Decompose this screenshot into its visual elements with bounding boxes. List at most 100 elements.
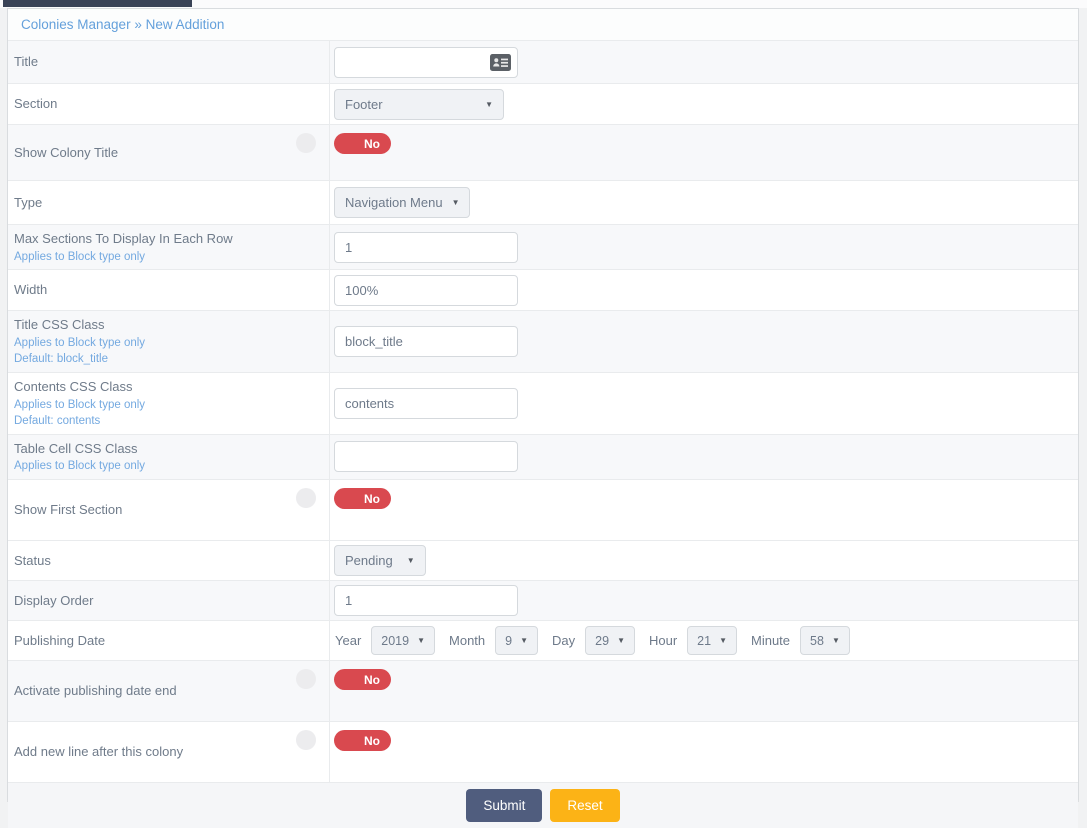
select-value: 29: [595, 633, 610, 648]
max-sections-input[interactable]: [334, 231, 518, 263]
field-note: Applies to Block type only: [14, 398, 146, 411]
submit-button[interactable]: Submit: [466, 789, 543, 823]
select-value: 9: [505, 633, 513, 648]
section-select[interactable]: Footer ▼: [334, 88, 504, 120]
day-label: Day: [552, 633, 576, 649]
row-type: Type Navigation Menu ▼: [8, 181, 1078, 225]
label-width: Width: [8, 270, 330, 311]
minute-label: Minute: [751, 633, 791, 649]
label-title-css: Title CSS Class Applies to Block type on…: [8, 311, 330, 373]
minute-select[interactable]: 58 ▼: [800, 626, 850, 656]
row-add-new-line: Add new line after this colony No: [8, 722, 1078, 784]
reset-button[interactable]: Reset: [550, 789, 620, 823]
select-value: Footer: [345, 96, 383, 112]
toggle-state-label: No: [364, 491, 380, 506]
label-status: Status: [8, 541, 330, 581]
dropdown-arrow-icon: ▼: [485, 99, 493, 109]
label-max-sections: Max Sections To Display In Each Row Appl…: [8, 225, 330, 270]
month-select[interactable]: 9 ▼: [495, 626, 539, 656]
label-text: Add new line after this colony: [14, 744, 184, 760]
field-note: Applies to Block type only: [14, 250, 146, 263]
label-text: Section: [14, 96, 58, 112]
title-input-wrap: [334, 46, 518, 78]
field-note: Applies to Block type only: [14, 460, 146, 473]
label-text: Type: [14, 194, 43, 210]
row-show-first-section: Show First Section No: [8, 480, 1078, 542]
row-max-sections: Max Sections To Display In Each Row Appl…: [8, 225, 1078, 271]
field-note-default: Default: block_title: [14, 353, 108, 366]
label-show-colony-title: Show Colony Title: [8, 125, 330, 180]
contact-card-icon[interactable]: [490, 53, 511, 71]
toggle-indicator-circle: [296, 730, 316, 751]
show-first-section-toggle[interactable]: No: [334, 488, 391, 510]
select-value: 2019: [381, 633, 410, 648]
loading-bar: [3, 0, 192, 7]
activate-publishing-end-toggle[interactable]: No: [334, 669, 391, 691]
label-display-order: Display Order: [8, 581, 330, 621]
row-show-colony-title: Show Colony Title No: [8, 125, 1078, 181]
top-strip: [0, 0, 1087, 8]
row-title-css: Title CSS Class Applies to Block type on…: [8, 311, 1078, 374]
day-select[interactable]: 29 ▼: [585, 626, 635, 656]
display-order-input[interactable]: [334, 585, 518, 617]
type-select[interactable]: Navigation Menu ▼: [334, 187, 471, 218]
month-label: Month: [449, 633, 486, 649]
toggle-indicator-circle: [296, 669, 316, 690]
toggle-indicator-circle: [296, 488, 316, 509]
form-actions: Submit Reset: [8, 783, 1078, 828]
label-text: Title CSS Class: [14, 317, 105, 333]
breadcrumb-text[interactable]: Colonies Manager » New Addition: [21, 17, 224, 32]
dropdown-arrow-icon: ▼: [520, 636, 529, 646]
row-title: Title: [8, 41, 1078, 84]
dropdown-arrow-icon: ▼: [719, 636, 727, 646]
contents-css-input[interactable]: [334, 387, 518, 419]
row-display-order: Display Order: [8, 581, 1078, 622]
row-contents-css: Contents CSS Class Applies to Block type…: [8, 373, 1078, 435]
label-type: Type: [8, 181, 330, 224]
hour-select[interactable]: 21 ▼: [687, 626, 737, 656]
label-text: Publishing Date: [14, 632, 106, 648]
field-note: Applies to Block type only: [14, 336, 146, 349]
label-activate-publishing-end: Activate publishing date end: [8, 661, 330, 722]
select-value: Pending: [345, 553, 393, 569]
form-panel: Colonies Manager » New Addition Title Se…: [7, 8, 1079, 828]
label-table-cell-css: Table Cell CSS Class Applies to Block ty…: [8, 434, 330, 480]
year-select[interactable]: 2019 ▼: [371, 626, 436, 656]
dropdown-arrow-icon: ▼: [451, 198, 460, 207]
toggle-state-label: No: [364, 136, 380, 151]
row-publishing-date: Publishing Date Year 2019 ▼ Month 9 ▼ Da…: [8, 621, 1078, 662]
dropdown-arrow-icon: ▼: [831, 636, 840, 646]
label-show-first-section: Show First Section: [8, 480, 330, 541]
select-value: 21: [697, 633, 712, 648]
add-new-line-toggle[interactable]: No: [334, 730, 391, 752]
status-select[interactable]: Pending ▼: [334, 545, 426, 577]
breadcrumb[interactable]: Colonies Manager » New Addition: [8, 9, 1078, 41]
label-text: Show Colony Title: [14, 144, 119, 160]
label-text: Contents CSS Class: [14, 379, 133, 395]
toggle-state-label: No: [364, 733, 380, 748]
label-text: Display Order: [14, 592, 94, 608]
toggle-state-label: No: [364, 672, 380, 687]
label-text: Status: [14, 552, 51, 568]
show-colony-title-toggle[interactable]: No: [334, 133, 391, 154]
label-section: Section: [8, 84, 330, 124]
row-table-cell-css: Table Cell CSS Class Applies to Block ty…: [8, 434, 1078, 481]
label-title: Title: [8, 41, 330, 83]
label-text: Show First Section: [14, 502, 123, 518]
label-text: Table Cell CSS Class: [14, 440, 138, 456]
select-value: Navigation Menu: [345, 195, 443, 210]
title-css-input[interactable]: [334, 326, 518, 358]
label-text: Title: [14, 54, 39, 70]
table-cell-css-input[interactable]: [334, 441, 518, 473]
field-note-default: Default: contents: [14, 415, 101, 428]
year-label: Year: [335, 633, 362, 649]
width-input[interactable]: [334, 274, 518, 306]
label-contents-css: Contents CSS Class Applies to Block type…: [8, 373, 330, 434]
label-text: Width: [14, 282, 48, 298]
row-section: Section Footer ▼: [8, 84, 1078, 125]
row-status: Status Pending ▼: [8, 541, 1078, 582]
label-text: Max Sections To Display In Each Row: [14, 231, 233, 246]
label-add-new-line: Add new line after this colony: [8, 722, 330, 783]
label-text: Activate publishing date end: [14, 683, 177, 699]
row-activate-publishing-end: Activate publishing date end No: [8, 661, 1078, 723]
